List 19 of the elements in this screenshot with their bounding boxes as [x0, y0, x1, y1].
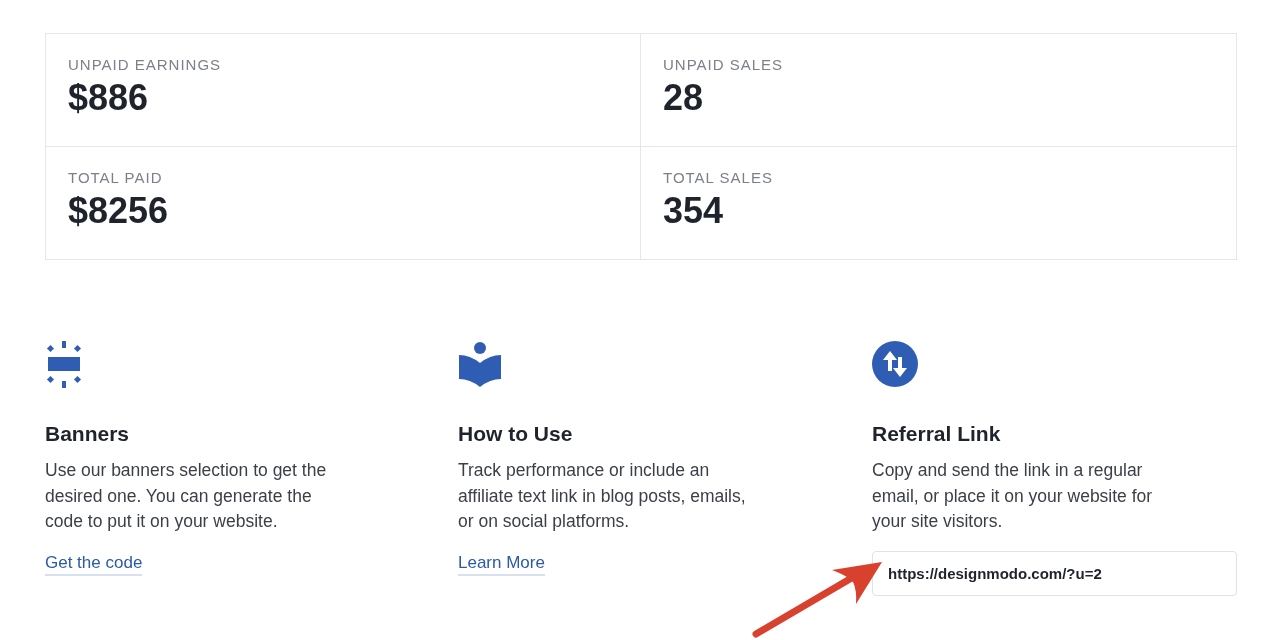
stat-value: 28	[663, 77, 705, 119]
stat-label: TOTAL PAID	[68, 169, 163, 186]
transfer-arrows-icon	[872, 341, 918, 387]
feature-link[interactable]: Learn More	[458, 552, 545, 576]
stat-value: $8256	[68, 190, 170, 232]
stat-label: UNPAID SALES	[663, 56, 784, 73]
stat-value: $886	[68, 77, 150, 119]
stat-label: TOTAL SALES	[663, 169, 773, 186]
feature-description: Use our banners selection to get the desired one. You can generate the code to put it on your website.	[45, 459, 328, 533]
feature-title: Banners	[45, 422, 131, 446]
feature-title: How to Use	[458, 422, 574, 446]
feature-title: Referral Link	[872, 422, 1002, 446]
feature-description: Track performance or include an affiliate text link in blog posts, emails, or on social platforms.	[458, 459, 747, 533]
feature-link[interactable]: Get the code	[45, 552, 143, 576]
reading-person-icon	[458, 341, 502, 389]
stat-label: UNPAID EARNINGS	[68, 56, 222, 73]
stat-value: 354	[663, 190, 725, 232]
feature-description: Copy and send the link in a regular email, or place it on your website for your site visitors.	[872, 459, 1154, 533]
referral-link-field[interactable]: https://designmodo.com/?u=2	[872, 550, 1237, 596]
